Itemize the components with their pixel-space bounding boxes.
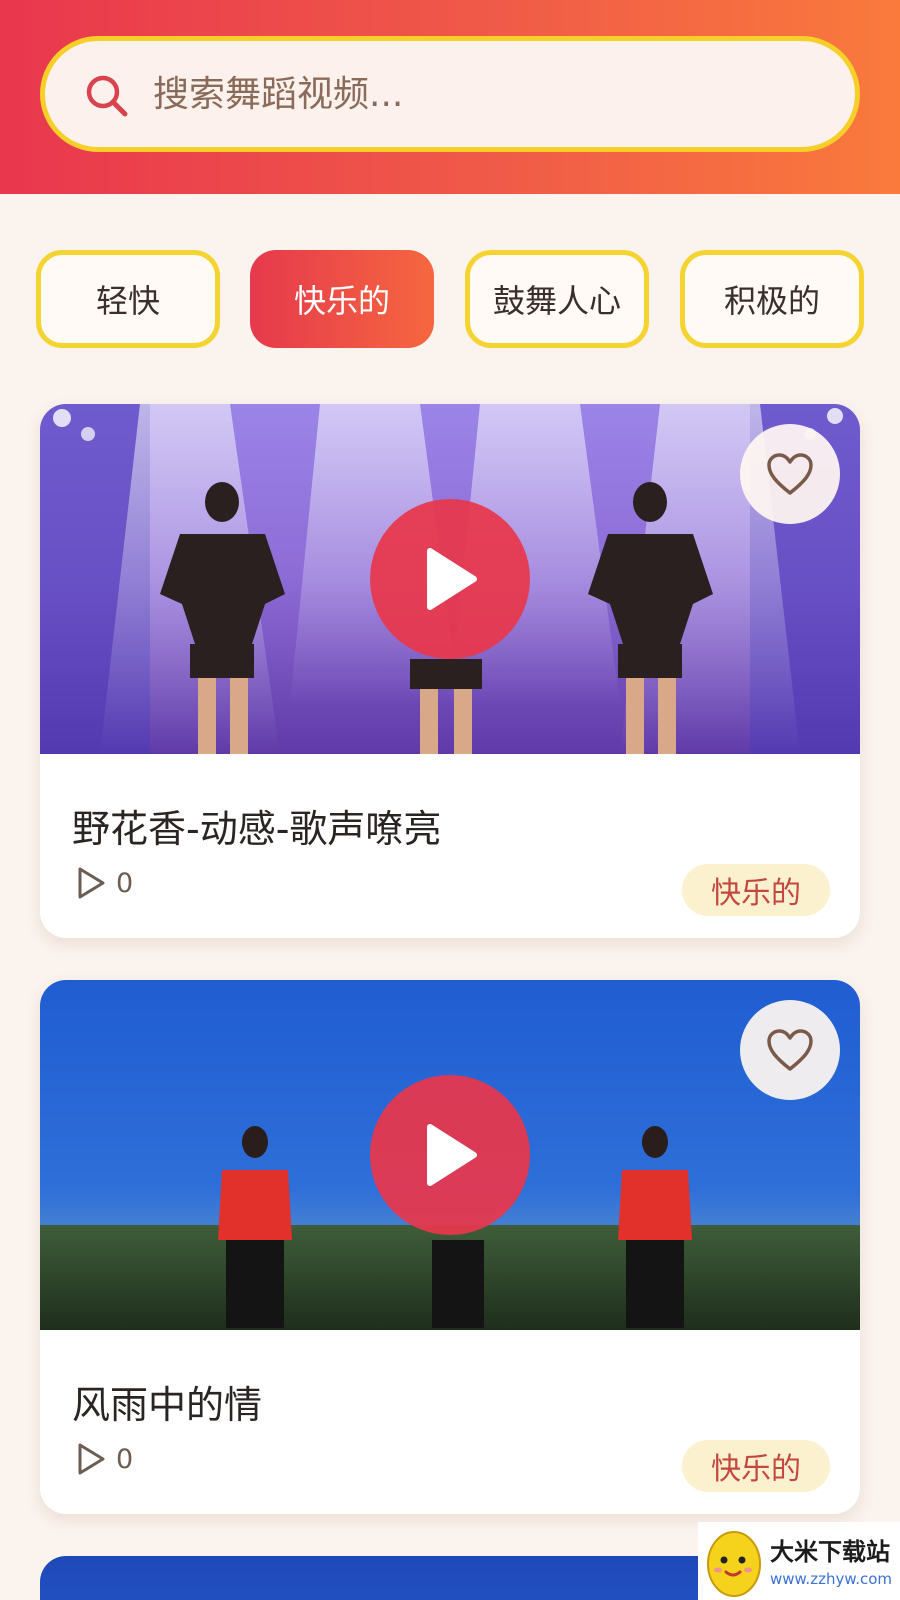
play-count-icon (78, 867, 105, 899)
video-title: 风雨中的情 (72, 1383, 263, 1427)
play-button[interactable] (370, 499, 530, 659)
favorite-button[interactable] (740, 424, 840, 524)
video-thumbnail[interactable] (40, 980, 860, 1330)
play-count: 0 (76, 1442, 133, 1476)
play-icon (427, 1124, 477, 1186)
filter-chip-positive[interactable]: 积极的 (680, 250, 864, 348)
header (0, 0, 900, 194)
video-title: 野花香-动感-歌声嘹亮 (72, 807, 442, 851)
heart-icon (767, 1029, 813, 1071)
search-icon (86, 75, 128, 117)
mascot-logo (707, 1531, 761, 1597)
search-bar[interactable] (40, 36, 860, 152)
play-count-icon (78, 1443, 105, 1475)
video-card[interactable]: 风雨中的情 0 快乐的 (40, 980, 860, 1514)
play-count: 0 (76, 866, 133, 900)
play-icon (427, 548, 477, 610)
mood-tag: 快乐的 (682, 864, 830, 916)
watermark-url: www.zzhyw.com (770, 1570, 893, 1588)
search-input[interactable] (153, 61, 833, 127)
filter-chip-inspiring[interactable]: 鼓舞人心 (465, 250, 649, 348)
play-count-value: 0 (116, 1443, 134, 1475)
video-thumbnail[interactable] (40, 404, 860, 754)
filter-chip-light[interactable]: 轻快 (36, 250, 220, 348)
favorite-button[interactable] (740, 1000, 840, 1100)
play-button[interactable] (370, 1075, 530, 1235)
mood-tag: 快乐的 (682, 1440, 830, 1492)
play-count-value: 0 (116, 867, 134, 899)
video-card[interactable]: 野花香-动感-歌声嘹亮 0 快乐的 (40, 404, 860, 938)
heart-icon (767, 453, 813, 495)
filter-chip-happy[interactable]: 快乐的 (250, 250, 434, 348)
watermark-badge: 大米下载站 www.zzhyw.com (698, 1522, 900, 1600)
watermark-name: 大米下载站 (770, 1538, 890, 1566)
